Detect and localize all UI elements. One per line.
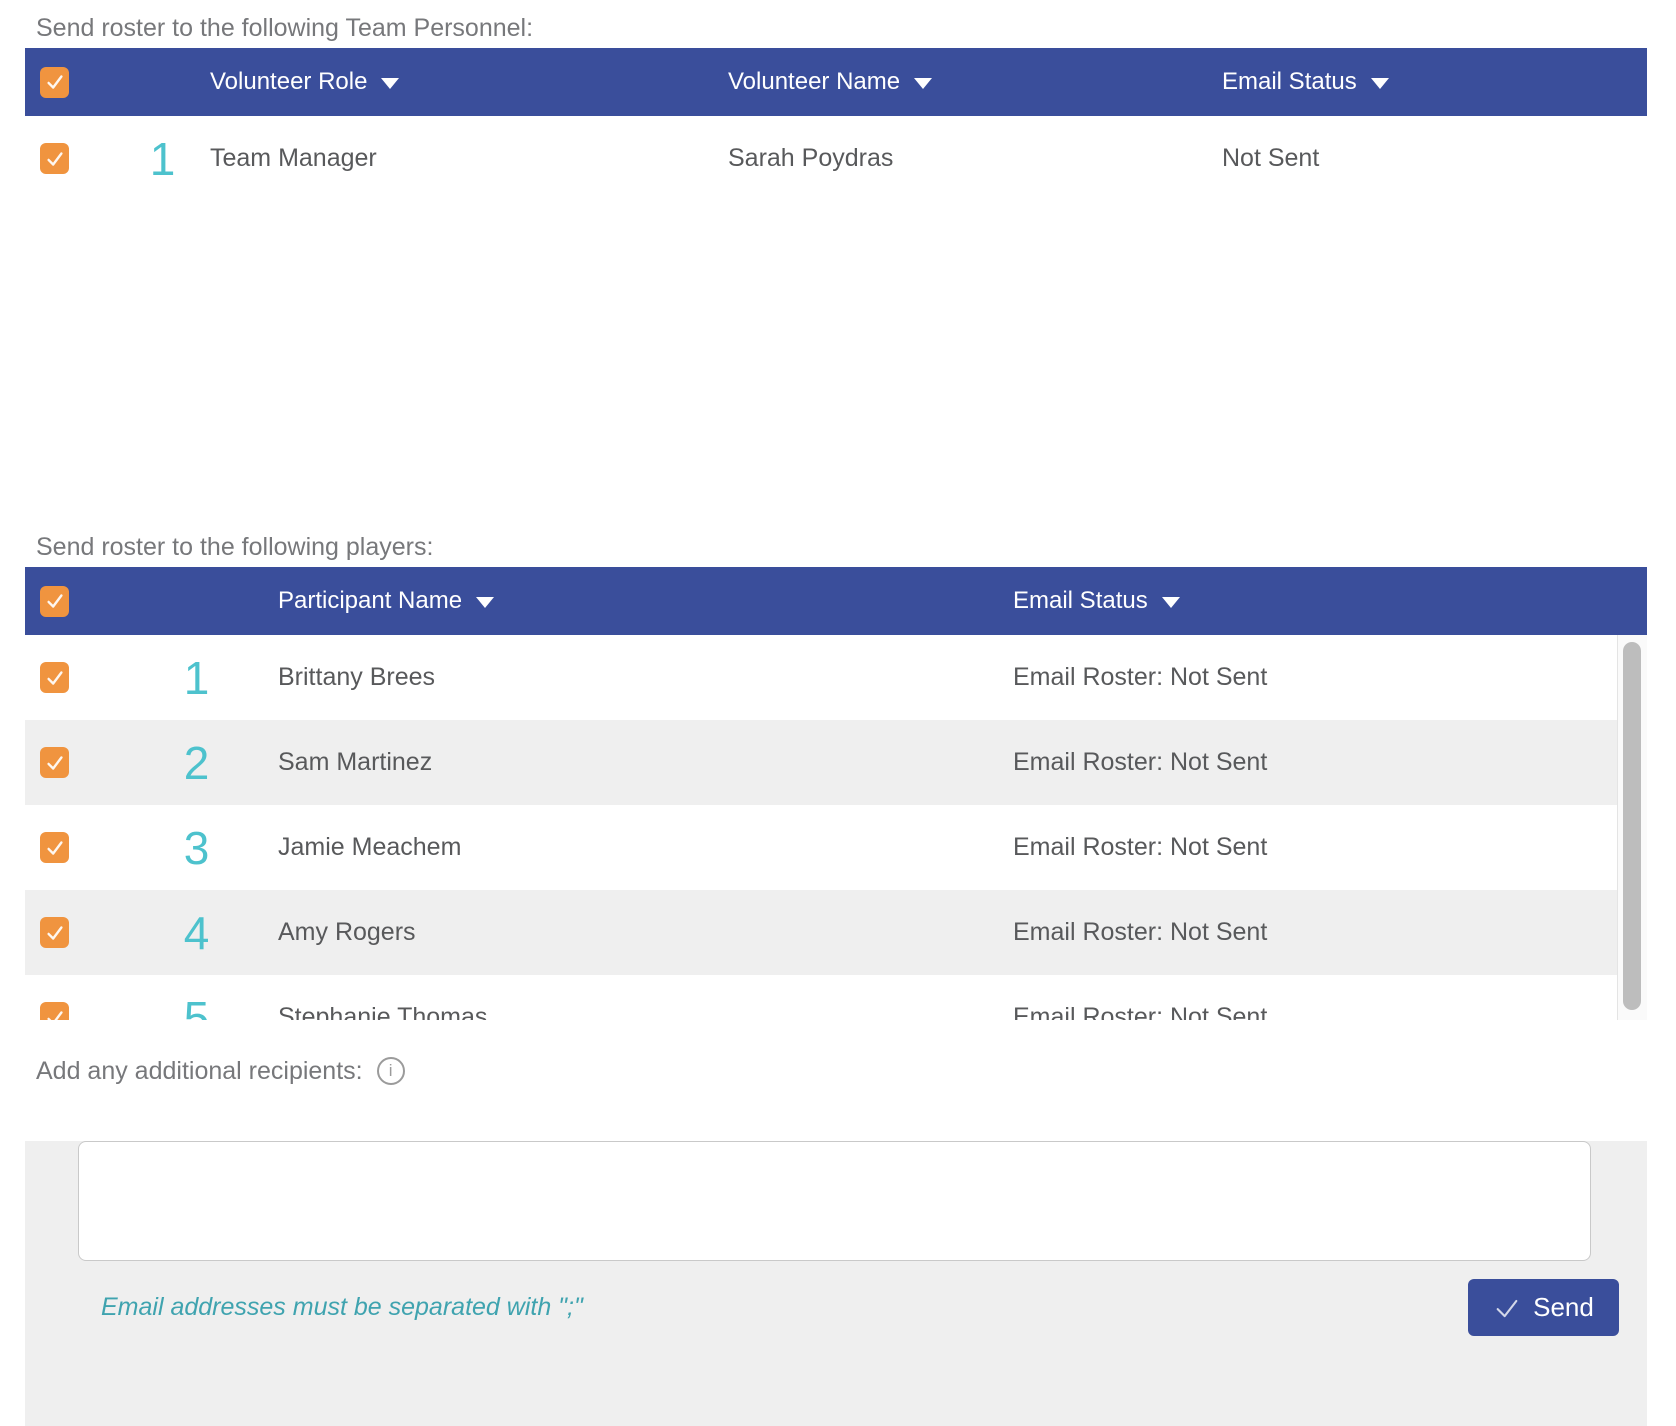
personnel-table-row: 1 Team Manager Sarah Poydras Not Sent [25,116,1647,201]
row-number: 5 [115,991,278,1021]
participant-name-cell: Amy Rogers [278,918,1013,947]
players-sort-email-status[interactable]: Email Status [1013,587,1647,615]
column-header-label: Volunteer Role [210,68,367,96]
players-table: Participant Name Email Status 1 Brittany… [25,567,1647,1020]
row-number: 2 [115,736,278,790]
row-number: 4 [115,906,278,960]
column-header-label: Email Status [1222,68,1357,96]
sort-arrow-icon [1371,78,1389,89]
players-table-header: Participant Name Email Status [25,567,1647,635]
checkmark-icon [44,71,66,93]
separator-note: Email addresses must be separated with "… [101,1293,583,1322]
checkmark-icon [44,752,66,774]
players-scrollbar-track[interactable] [1617,635,1647,1020]
send-button[interactable]: Send [1468,1279,1619,1336]
email-status-cell: Email Roster: Not Sent [1013,1003,1617,1020]
personnel-row-checkbox[interactable] [40,143,69,174]
info-icon[interactable]: i [377,1057,405,1085]
sort-arrow-icon [476,597,494,608]
player-row: 2 Sam Martinez Email Roster: Not Sent [25,720,1617,805]
player-row: 5 Stephanie Thomas Email Roster: Not Sen… [25,975,1617,1020]
checkmark-icon [44,667,66,689]
participant-name-cell: Stephanie Thomas [278,1003,1013,1020]
email-status-cell: Email Roster: Not Sent [1013,663,1617,692]
personnel-select-all-checkbox[interactable] [40,67,69,98]
participant-name-cell: Jamie Meachem [278,833,1013,862]
checkmark-icon [44,590,66,612]
players-scrollbar-thumb[interactable] [1623,642,1641,1010]
sort-arrow-icon [1162,597,1180,608]
players-table-body: 1 Brittany Brees Email Roster: Not Sent … [25,635,1647,1020]
participant-name-cell: Sam Martinez [278,748,1013,777]
column-header-label: Volunteer Name [728,68,900,96]
email-status-cell: Email Roster: Not Sent [1013,918,1617,947]
additional-recipients-input[interactable] [78,1141,1591,1261]
personnel-table: Volunteer Role Volunteer Name Email Stat… [25,48,1647,201]
checkmark-icon [44,1007,66,1021]
player-row: 3 Jamie Meachem Email Roster: Not Sent [25,805,1617,890]
row-number: 1 [115,651,278,705]
recipients-label-row: Add any additional recipients: i [36,1056,1676,1086]
player-row: 1 Brittany Brees Email Roster: Not Sent [25,635,1617,720]
checkmark-icon [44,148,66,170]
row-number: 3 [115,821,278,875]
send-roster-page: Send roster to the following Team Person… [0,14,1676,1426]
recipients-panel: Email addresses must be separated with "… [25,1141,1647,1426]
column-header-label: Email Status [1013,587,1148,615]
checkmark-icon [1493,1294,1521,1322]
volunteer-role-cell: Team Manager [210,144,728,173]
email-status-cell: Not Sent [1222,144,1647,173]
personnel-table-header: Volunteer Role Volunteer Name Email Stat… [25,48,1647,116]
personnel-sort-volunteer-role[interactable]: Volunteer Role [210,68,728,96]
send-button-label: Send [1533,1292,1594,1323]
volunteer-name-cell: Sarah Poydras [728,144,1222,173]
empty-space [0,201,1676,519]
email-status-cell: Email Roster: Not Sent [1013,748,1617,777]
email-status-cell: Email Roster: Not Sent [1013,833,1617,862]
players-section-title: Send roster to the following players: [36,533,1676,561]
checkmark-icon [44,922,66,944]
personnel-sort-email-status[interactable]: Email Status [1222,68,1647,96]
players-sort-participant-name[interactable]: Participant Name [278,587,1013,615]
players-select-all-checkbox[interactable] [40,586,69,617]
sort-arrow-icon [381,78,399,89]
column-header-label: Participant Name [278,587,462,615]
row-number: 1 [115,132,210,186]
player-row-checkbox[interactable] [40,917,69,948]
personnel-section-title: Send roster to the following Team Person… [36,14,1676,42]
sort-arrow-icon [914,78,932,89]
checkmark-icon [44,837,66,859]
player-row-checkbox[interactable] [40,747,69,778]
player-row: 4 Amy Rogers Email Roster: Not Sent [25,890,1617,975]
player-row-checkbox[interactable] [40,1002,69,1020]
recipients-label: Add any additional recipients: [36,1057,363,1086]
personnel-sort-volunteer-name[interactable]: Volunteer Name [728,68,1222,96]
player-row-checkbox[interactable] [40,832,69,863]
player-row-checkbox[interactable] [40,662,69,693]
participant-name-cell: Brittany Brees [278,663,1013,692]
empty-space [0,1020,1676,1056]
